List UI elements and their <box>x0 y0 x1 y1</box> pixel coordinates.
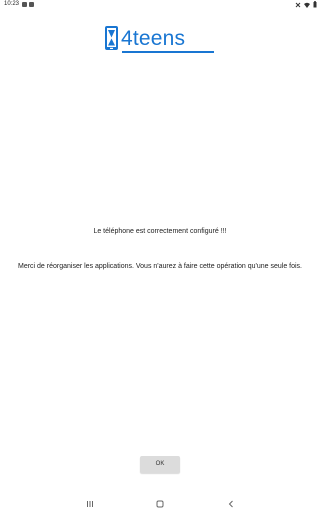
back-icon <box>228 500 233 508</box>
logo-underline <box>122 51 214 53</box>
wifi-icon <box>304 2 310 8</box>
notification-icon <box>29 2 34 7</box>
mute-icon <box>295 2 301 7</box>
status-time: 10:23 <box>4 1 20 7</box>
app-name: 4teens <box>121 26 186 50</box>
recent-apps-icon <box>87 501 93 507</box>
status-icons <box>295 1 317 8</box>
back-button[interactable] <box>225 499 237 509</box>
screen: 10:23 4teens Le téléphone est correcteme… <box>0 0 320 512</box>
status-bar: 10:23 <box>0 0 320 10</box>
hourglass-phone-icon <box>105 26 118 50</box>
configured-message: Le téléphone est correctement configuré … <box>93 228 227 235</box>
notification-icons <box>22 2 34 7</box>
home-button[interactable] <box>154 499 166 509</box>
battery-icon <box>313 1 317 8</box>
ok-button[interactable]: OK <box>140 456 180 473</box>
home-icon <box>156 500 164 508</box>
recent-apps-button[interactable] <box>84 499 96 509</box>
app-logo: 4teens <box>104 25 185 51</box>
navigation-bar <box>0 496 320 512</box>
reorganize-message: Merci de réorganiser les applications. V… <box>17 263 302 270</box>
notification-icon <box>22 2 27 7</box>
